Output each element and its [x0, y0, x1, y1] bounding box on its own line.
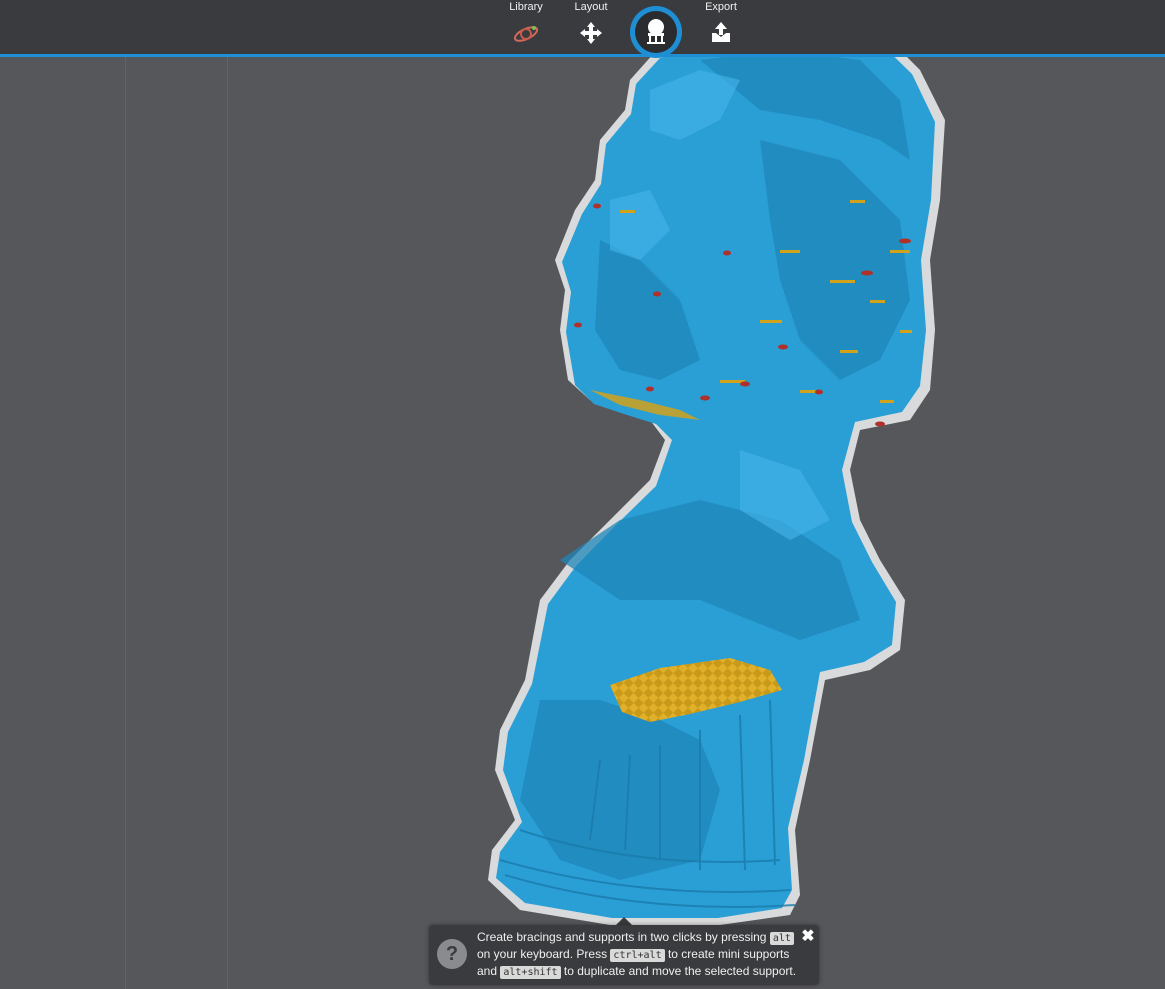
- supports-icon: [647, 19, 665, 44]
- hint-tooltip: ? Create bracings and supports in two cl…: [429, 925, 819, 985]
- 3d-viewport[interactable]: [0, 57, 1165, 989]
- close-icon[interactable]: ✖: [801, 929, 815, 945]
- library-icon: [513, 26, 539, 42]
- hint-pointer: [616, 917, 632, 925]
- tab-supports-active[interactable]: [630, 6, 682, 58]
- tab-library[interactable]: Library: [491, 0, 561, 54]
- tab-layout[interactable]: Layout: [556, 0, 626, 54]
- app-window: Library Layout Export ? Create bracings …: [0, 0, 1165, 989]
- key-alt: alt: [769, 932, 794, 945]
- key-ctrl-alt: ctrl+alt: [610, 949, 665, 962]
- help-icon: ?: [437, 939, 467, 969]
- key-alt-shift: alt+shift: [500, 966, 561, 979]
- top-toolbar: Library Layout Export: [0, 0, 1165, 57]
- tab-layout-label: Layout: [574, 1, 608, 13]
- export-icon: [712, 22, 730, 42]
- tab-export-label: Export: [705, 1, 737, 13]
- tab-library-label: Library: [509, 1, 543, 13]
- model-bust[interactable]: [0, 57, 1165, 989]
- tab-export[interactable]: Export: [686, 0, 756, 54]
- move-icon: [580, 22, 602, 44]
- hint-text: Create bracings and supports in two clic…: [477, 930, 797, 979]
